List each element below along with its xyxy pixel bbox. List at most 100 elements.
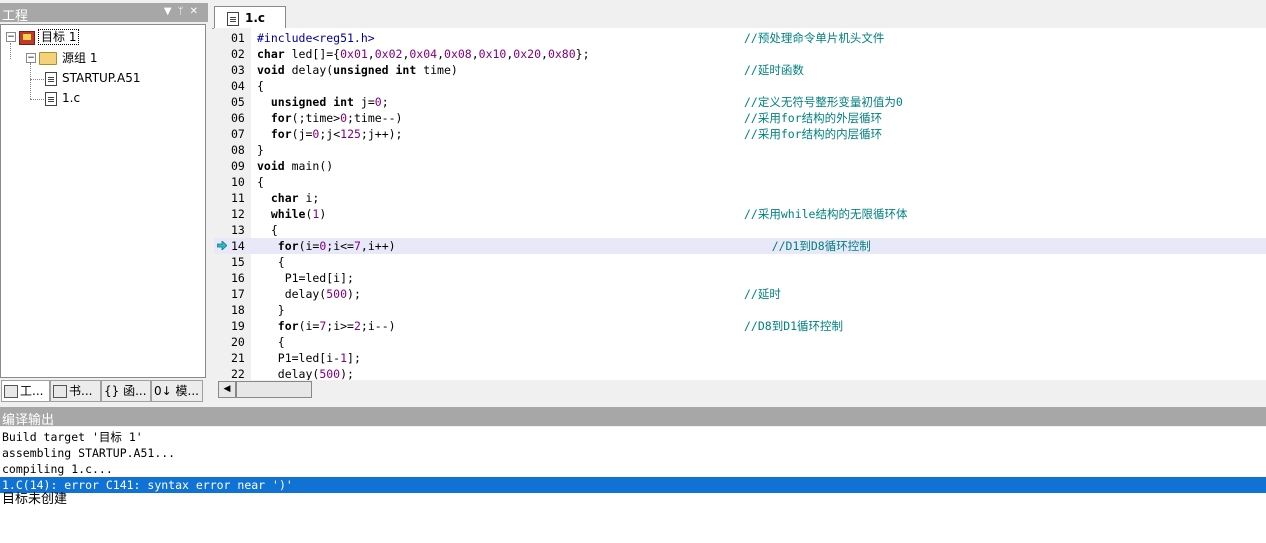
build-output[interactable]: Build target '目标 1' assembling STARTUP.A… [0,427,1266,543]
code-line: 18 } [214,302,1266,318]
code-line: 17 delay(500); //延时 [214,286,1266,302]
line-number: 06 [231,111,245,125]
current-line-arrow-icon [217,241,227,250]
tree-line [30,99,44,100]
scroll-thumb[interactable] [236,381,312,398]
line-number: 03 [231,63,245,77]
tree-item-label: 源组 1 [62,51,98,65]
code-text: #include<reg51.h> [257,31,375,45]
tab-templates[interactable]: 0↓ 模... [151,380,203,402]
output-line: Build target '目标 1' [2,430,143,444]
code-text: { [257,223,278,237]
tree-item-label: 目标 1 [38,29,80,45]
line-number: 13 [231,223,245,237]
code-text: delay(500); [257,287,361,301]
tree-line [30,79,44,80]
code-text: { [257,335,285,349]
tab-books[interactable]: 书... [50,380,101,402]
code-text: } [257,303,285,317]
code-text: while(1) [270,207,327,221]
close-icon[interactable]: ✕ [190,6,204,17]
tab-project[interactable]: 工... [1,380,50,402]
collapse-icon[interactable]: − [26,53,36,63]
line-number: 08 [231,143,245,157]
code-text: { [257,175,264,189]
books-icon [53,385,67,398]
project-panel-title: 工程 [2,9,29,24]
line-number: 10 [231,175,245,189]
tree-item-startup-file[interactable]: STARTUP.A51 [45,69,142,87]
line-number: 04 [231,79,245,93]
code-text: } [257,143,264,157]
code-comment: //定义无符号整形变量初值为0 [744,95,903,109]
code-line: 13 { [214,222,1266,238]
line-number: 09 [231,159,245,173]
code-line: 14 for(i=0;i<=7,i++) //D1到D8循环控制 [214,238,1266,254]
code-line: 01 #include<reg51.h> //预处理命令单片机头文件 [214,30,1266,46]
tree-item-label: 1.c [62,91,81,105]
line-number: 16 [231,271,245,285]
code-editor[interactable]: 01 #include<reg51.h> //预处理命令单片机头文件 02 char l… [214,28,1266,380]
code-text: for(i=0;i<=7,i++) [277,239,396,253]
line-number: 18 [231,303,245,317]
tab-functions[interactable]: {} 函... [101,380,151,402]
code-line: 20 { [214,334,1266,350]
asm-file-icon [45,71,57,86]
code-line: 06 for(;time>0;time--) //采用for结构的外层循环 [214,110,1266,126]
output-error-line[interactable]: 1.C(14): error C141: syntax error near '… [0,477,1266,493]
line-number: 22 [231,367,245,380]
code-text: { [257,79,264,93]
project-tree: − 目标 1 − 源组 1 STARTUP.A51 1.c [0,24,206,378]
code-text: delay(500); [257,367,354,380]
tab-1c[interactable]: 1.c [214,6,286,29]
code-text: for(j=0;j<125;j++); [270,127,403,141]
code-text: char i; [270,191,320,205]
code-comment: //延时函数 [744,63,804,77]
line-number: 15 [231,255,245,269]
line-number: 17 [231,287,245,301]
line-number: 11 [231,191,245,205]
line-number: 12 [231,207,245,221]
pin-icon[interactable]: ᛘ [178,6,190,17]
collapse-icon[interactable]: − [6,32,16,42]
code-line: 07 for(j=0;j<125;j++); //采用for结构的内层循环 [214,126,1266,142]
code-comment: //采用while结构的无限循环体 [744,207,908,221]
code-line: 12 while(1) //采用while结构的无限循环体 [214,206,1266,222]
dropdown-icon[interactable]: ▼ [164,6,178,17]
line-number: 02 [231,47,245,61]
line-number: 21 [231,351,245,365]
code-line: 02 char led[]={0x01,0x02,0x04,0x08,0x10,0… [214,46,1266,62]
code-line: 16 P1=led[i]; [214,270,1266,286]
editor-tabstrip: 1.c [212,3,1266,29]
tree-item-source-group[interactable]: − 源组 1 [23,49,99,67]
project-panel-titlebar: 工程 ▼ᛘ✕ [0,3,208,24]
horizontal-scrollbar[interactable]: ◀ [214,380,1266,398]
code-line: 22 delay(500); [214,366,1266,380]
code-text: char led[]={0x01,0x02,0x04,0x08,0x10,0x2… [257,47,590,61]
tree-item-label: STARTUP.A51 [62,71,141,85]
code-text: P1=led[i]; [257,271,354,285]
code-line: 03 void delay(unsigned int time) //延时函数 [214,62,1266,78]
project-panel-tabs: 工... 书... {} 函... 0↓ 模... [0,379,206,402]
scroll-left-button[interactable]: ◀ [218,381,236,398]
code-line: 04 { [214,78,1266,94]
code-comment: //D1到D8循环控制 [744,239,871,253]
code-line: 19 for(i=7;i>=2;i--) //D8到D1循环控制 [214,318,1266,334]
code-line: 10 { [214,174,1266,190]
line-number: 20 [231,335,245,349]
code-comment: //采用for结构的外层循环 [744,111,883,125]
tree-item-target[interactable]: − 目标 1 [3,28,80,46]
target-icon [19,30,35,45]
code-comment: //预处理命令单片机头文件 [744,31,885,45]
c-file-icon [45,91,57,106]
line-number: 07 [231,127,245,141]
tab-label: 1.c [245,11,266,25]
line-number: 19 [231,319,245,333]
code-text: void main() [257,159,334,173]
folder-icon [39,52,57,65]
line-number: 01 [231,31,245,45]
tree-item-c-file[interactable]: 1.c [45,89,82,107]
code-line: 15 { [214,254,1266,270]
output-panel-title: 编译输出 [2,413,55,428]
code-line: 09 void main() [214,158,1266,174]
